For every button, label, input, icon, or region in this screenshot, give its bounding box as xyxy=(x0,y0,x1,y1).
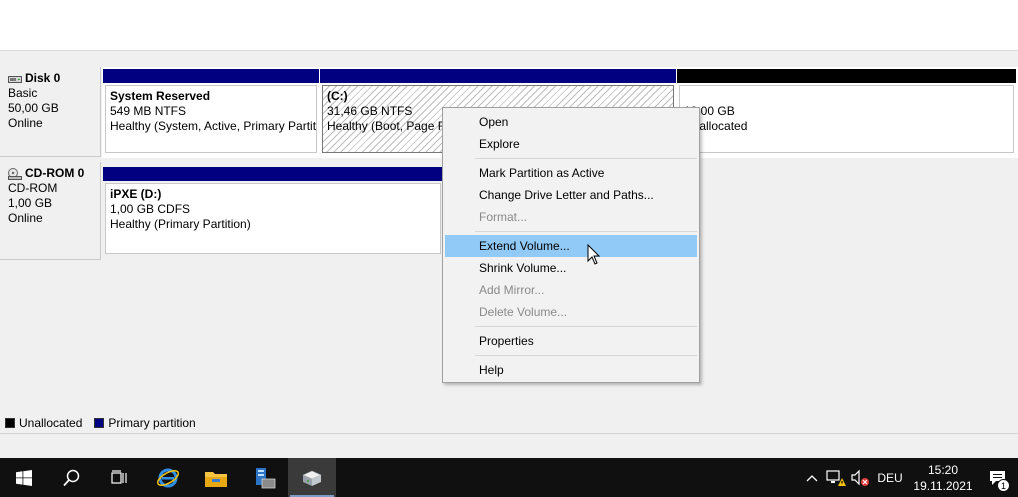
disk-size: 1,00 GB xyxy=(8,196,53,210)
partition-info: System Reserved 549 MB NTFS Healthy (Sys… xyxy=(105,85,317,153)
internet-explorer-icon xyxy=(156,468,180,487)
task-view-button[interactable] xyxy=(96,458,144,497)
menu-item-open[interactable]: Open xyxy=(445,111,697,133)
menu-item-help[interactable]: Help xyxy=(445,359,697,381)
partition-title: (C:) xyxy=(327,89,348,103)
menu-item-extend-volume[interactable]: Extend Volume... xyxy=(445,235,697,257)
disk-name: CD-ROM 0 xyxy=(25,166,85,180)
clock[interactable]: 15:20 19.11.2021 xyxy=(908,462,978,494)
disk-0-label[interactable]: Disk 0 Basic 50,00 GB Online xyxy=(0,67,101,157)
menu-item-delete-volume: Delete Volume... xyxy=(479,305,568,319)
legend: Unallocated Primary partition xyxy=(0,413,1018,433)
legend-primary-partition: Primary partition xyxy=(94,416,196,430)
menu-item-format: Format... xyxy=(479,210,528,224)
chevron-up-icon xyxy=(806,474,818,481)
primary-partition-bar xyxy=(103,69,319,83)
notification-count-badge: 1 xyxy=(997,479,1010,492)
network-status-button[interactable] xyxy=(824,458,848,497)
partition-title: iPXE (D:) xyxy=(110,187,162,201)
taskbar-file-explorer[interactable] xyxy=(192,458,240,497)
partition-size: 549 MB NTFS xyxy=(110,104,187,118)
menu-item-shrink-volume[interactable]: Shrink Volume... xyxy=(445,257,697,279)
show-hidden-icons-button[interactable] xyxy=(800,458,824,497)
taskbar-server-manager[interactable] xyxy=(240,458,288,497)
menu-item-change-drive-letter[interactable]: Change Drive Letter and Paths... xyxy=(445,184,697,206)
menu-separator xyxy=(475,355,697,356)
mouse-cursor-icon xyxy=(587,244,601,265)
network-warning-icon xyxy=(826,469,846,486)
disk-size: 50,00 GB xyxy=(8,101,59,115)
partition-system-reserved[interactable]: System Reserved 549 MB NTFS Healthy (Sys… xyxy=(103,69,319,155)
menu-item-add-mirror: Add Mirror... xyxy=(479,283,545,297)
disk-status: Online xyxy=(8,211,43,225)
cdrom-0-name-row: CD-ROM 0 xyxy=(8,166,100,181)
cdrom-0-label[interactable]: CD-ROM 0 CD-ROM 1,00 GB Online xyxy=(0,162,101,260)
search-button[interactable] xyxy=(48,458,96,497)
search-icon xyxy=(63,469,80,486)
disk-0-name-row: Disk 0 xyxy=(8,71,100,86)
primary-partition-bar xyxy=(320,69,676,83)
partition-ipxe[interactable]: iPXE (D:) 1,00 GB CDFS Healthy (Primary … xyxy=(103,167,443,256)
unallocated-swatch xyxy=(5,418,15,428)
menu-item-mark-active[interactable]: Mark Partition as Active xyxy=(445,162,697,184)
cd-drive-icon xyxy=(8,167,22,180)
task-view-icon xyxy=(111,469,127,484)
menu-separator xyxy=(475,231,697,232)
unallocated-info: 18,00 GB Unallocated xyxy=(679,85,1014,153)
menu-item-properties[interactable]: Properties xyxy=(445,330,697,352)
hard-disk-icon xyxy=(8,75,22,83)
action-center-button[interactable]: 1 xyxy=(978,458,1018,497)
disk-type: CD-ROM xyxy=(8,181,58,195)
unallocated-status: Unallocated xyxy=(684,119,748,133)
primary-partition-bar xyxy=(103,167,443,181)
menu-item-explore[interactable]: Explore xyxy=(445,133,697,155)
taskbar: DEU 15:20 19.11.2021 1 xyxy=(0,458,1018,497)
partition-title: System Reserved xyxy=(110,89,211,103)
disk-status: Online xyxy=(8,116,43,130)
console-top-pane xyxy=(0,0,1018,50)
volume-button[interactable] xyxy=(848,458,872,497)
server-manager-icon xyxy=(256,467,276,488)
unallocated-bar xyxy=(677,69,1016,83)
volume-muted-icon xyxy=(851,469,869,486)
legend-label: Unallocated xyxy=(19,416,83,430)
windows-start-icon xyxy=(16,469,32,486)
file-explorer-icon xyxy=(205,471,227,487)
disk-type: Basic xyxy=(8,86,38,100)
disk-management-icon xyxy=(302,470,322,486)
partition-status: Healthy (Primary Partition) xyxy=(110,217,251,231)
pane-splitter[interactable] xyxy=(0,50,1018,58)
system-tray: DEU 15:20 19.11.2021 1 xyxy=(800,458,1018,497)
disk-name: Disk 0 xyxy=(25,71,61,85)
unallocated-space[interactable]: 18,00 GB Unallocated xyxy=(677,69,1016,155)
clock-time: 15:20 xyxy=(927,462,959,477)
partition-status: Healthy (System, Active, Primary Partiti… xyxy=(110,119,317,133)
unallocated-size: 18,00 GB xyxy=(684,104,735,118)
partition-size: 1,00 GB CDFS xyxy=(110,202,191,216)
input-language-indicator[interactable]: DEU xyxy=(872,471,908,485)
menu-separator xyxy=(475,326,697,327)
start-button[interactable] xyxy=(0,458,48,497)
partition-info: iPXE (D:) 1,00 GB CDFS Healthy (Primary … xyxy=(105,183,441,254)
primary-partition-swatch xyxy=(94,418,105,428)
status-bar xyxy=(0,433,1018,458)
legend-label: Primary partition xyxy=(108,416,196,430)
taskbar-internet-explorer[interactable] xyxy=(144,458,192,497)
taskbar-disk-management[interactable] xyxy=(288,458,336,497)
clock-date: 19.11.2021 xyxy=(913,478,973,493)
partition-context-menu: Open Explore Mark Partition as Active Ch… xyxy=(442,107,700,383)
legend-unallocated: Unallocated xyxy=(5,416,82,430)
menu-separator xyxy=(475,158,697,159)
